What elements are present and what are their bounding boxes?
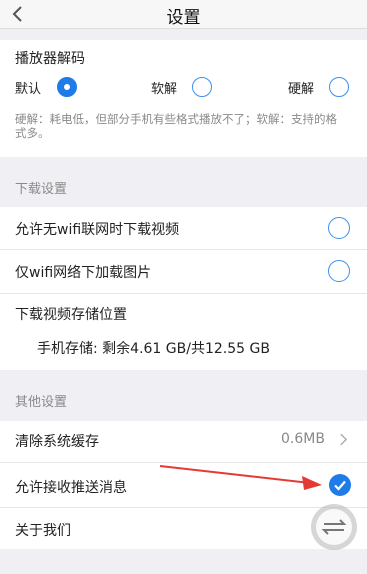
header-bar: 设置 xyxy=(0,0,367,29)
checkmark-icon xyxy=(334,480,346,491)
swap-arrows-icon xyxy=(321,519,347,535)
divider xyxy=(0,293,367,294)
decoder-option-software-label[interactable]: 软解 xyxy=(151,78,177,97)
clear-cache-label[interactable]: 清除系统缓存 xyxy=(15,431,99,451)
push-messages-checkbox[interactable] xyxy=(329,474,351,496)
allow-video-download-label: 允许无wifi联网时下载视频 xyxy=(15,222,180,238)
storage-value[interactable]: 手机存储: 剩余4.61 GB/共12.55 GB xyxy=(37,338,270,358)
wifi-images-label: 仅wifi网络下加载图片 xyxy=(15,265,152,281)
decoder-option-hardware-radio[interactable] xyxy=(329,77,349,97)
decoder-heading: 播放器解码 xyxy=(15,51,85,67)
download-section-label: 下载设置 xyxy=(15,182,68,197)
cache-size-value: 0.6MB xyxy=(281,431,325,447)
about-us-label[interactable]: 关于我们 xyxy=(15,520,71,540)
wifi-images-toggle[interactable] xyxy=(328,260,350,282)
decoder-option-software-radio[interactable] xyxy=(192,77,212,97)
divider xyxy=(0,249,367,250)
decoder-note: 硬解：耗电低，但部分手机有些格式播放不了；软解：支持的格式多。 xyxy=(15,112,337,140)
decoder-option-default-radio[interactable] xyxy=(57,77,77,97)
floating-assistive-button[interactable] xyxy=(311,504,357,550)
other-section-label: 其他设置 xyxy=(15,395,68,410)
page-title: 设置 xyxy=(166,8,201,28)
decoder-card: 播放器解码 默认 软解 硬解 硬解：耗电低，但部分手机有些格式播放不了；软解：支… xyxy=(0,40,367,157)
decoder-option-hardware-label[interactable]: 硬解 xyxy=(288,78,314,97)
decoder-option-default-label[interactable]: 默认 xyxy=(15,78,41,97)
chevron-right-icon[interactable] xyxy=(339,432,348,447)
storage-heading: 下载视频存储位置 xyxy=(15,307,127,323)
push-messages-label: 允许接收推送消息 xyxy=(15,480,127,496)
allow-video-download-toggle[interactable] xyxy=(328,217,350,239)
download-card: 允许无wifi联网时下载视频 仅wifi网络下加载图片 下载视频存储位置 手机存… xyxy=(0,207,367,370)
divider xyxy=(0,462,367,463)
